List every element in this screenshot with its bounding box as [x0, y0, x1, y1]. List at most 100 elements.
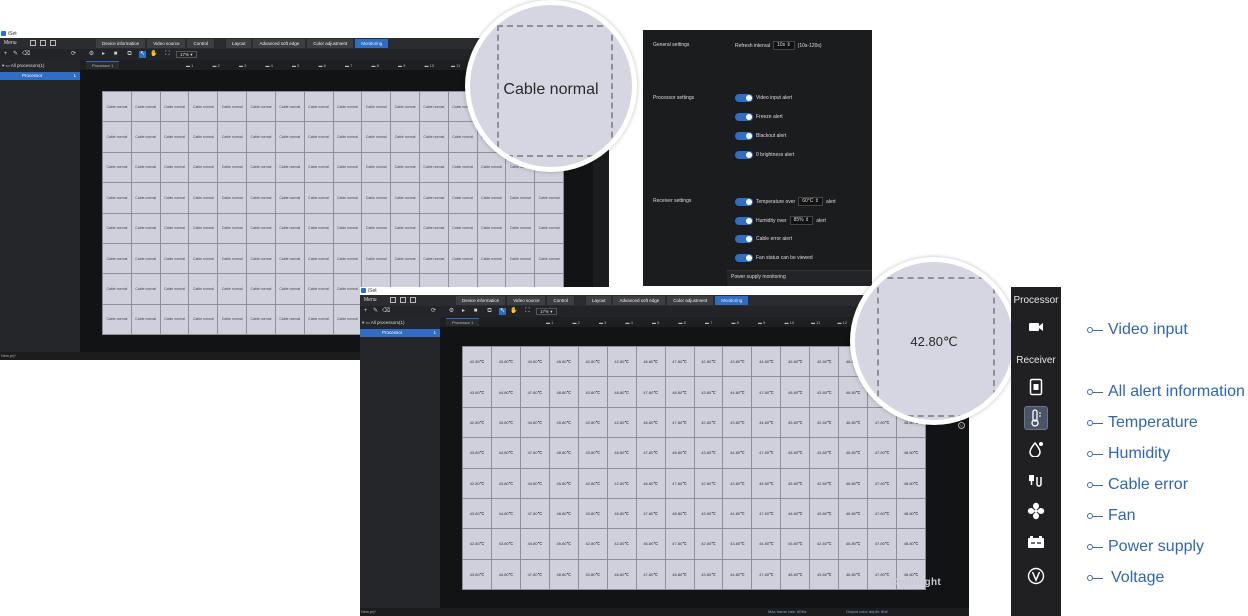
receiver-cell[interactable]: 42.80℃ — [607, 407, 636, 438]
receiver-cell[interactable]: 43.80℃ — [694, 377, 723, 407]
receiver-cell[interactable]: 42.80℃ — [463, 347, 491, 377]
receiver-cell[interactable]: 44.80℃ — [491, 498, 520, 529]
receiver-cell[interactable]: 45.80℃ — [549, 347, 578, 377]
receiver-cell[interactable]: 48.80℃ — [781, 377, 810, 407]
ruler-port-9[interactable]: ▬ 9 — [398, 63, 405, 68]
receiver-cell[interactable]: 46.80℃ — [636, 529, 665, 559]
receiver-cell[interactable]: 43.80℃ — [810, 559, 839, 589]
refresh-icon[interactable]: ⟳ — [70, 51, 77, 58]
tab-control[interactable]: Control — [187, 39, 214, 48]
zoom-select[interactable]: 17% ▾ — [176, 51, 197, 58]
add-icon[interactable]: + — [362, 308, 369, 315]
receiver-cell[interactable]: 47.80℃ — [520, 498, 549, 529]
receiver-cell[interactable]: 44.80℃ — [752, 407, 781, 438]
cable-error-alert-toggle[interactable] — [735, 235, 753, 243]
ruler-port-6[interactable]: ▬ 6 — [679, 320, 686, 325]
receiver-cell[interactable]: Cable normal — [333, 152, 362, 183]
receiver-cell[interactable]: Cable normal — [218, 92, 247, 122]
receiver-cell[interactable]: Cable normal — [304, 213, 333, 243]
receiver-cell[interactable]: 47.80℃ — [752, 498, 781, 529]
edit-icon[interactable]: ✎ — [12, 51, 19, 58]
receiver-cell[interactable]: 48.80℃ — [897, 529, 925, 559]
receiver-cell[interactable]: Cable normal — [448, 183, 477, 213]
receiver-cell[interactable]: Cable normal — [189, 304, 218, 334]
receiver-cell[interactable]: Cable normal — [333, 274, 362, 304]
settings-gear-icon[interactable]: ⚙ — [448, 308, 455, 315]
receiver-cell[interactable]: 43.80℃ — [810, 377, 839, 407]
receiver-cell[interactable]: 44.80℃ — [752, 468, 781, 498]
receiver-cell[interactable]: Cable normal — [333, 243, 362, 274]
receiver-cell[interactable]: Cable normal — [304, 152, 333, 183]
receiver-cell[interactable]: Cable normal — [362, 243, 391, 274]
receiver-cell[interactable]: Cable normal — [189, 213, 218, 243]
receiver-cell[interactable]: Cable normal — [304, 304, 333, 334]
receiver-cell[interactable]: 45.80℃ — [781, 347, 810, 377]
fan-status-toggle[interactable] — [735, 254, 753, 262]
receiver-cell[interactable]: Cable normal — [103, 274, 131, 304]
receiver-cell[interactable]: Cable normal — [333, 213, 362, 243]
receiver-cell[interactable]: 42.80℃ — [578, 347, 607, 377]
tab-monitoring[interactable]: Monitoring — [355, 39, 389, 48]
hand-pan-icon[interactable]: ✋ — [510, 308, 517, 315]
receiver-cell[interactable]: 44.80℃ — [491, 377, 520, 407]
ruler-port-4[interactable]: ▬ 4 — [626, 320, 633, 325]
receiver-cell[interactable]: 43.80℃ — [491, 347, 520, 377]
receiver-cell[interactable]: 48.80℃ — [897, 468, 925, 498]
receiver-cell[interactable]: 44.80℃ — [723, 377, 752, 407]
receiver-cell[interactable]: 47.80℃ — [752, 438, 781, 468]
receiver-cell[interactable]: Cable normal — [477, 152, 506, 183]
receiver-cell[interactable]: 46.80℃ — [839, 529, 868, 559]
receiver-cell[interactable]: 46.80℃ — [607, 438, 636, 468]
tab-color-adjustment[interactable]: Color adjustment — [307, 39, 354, 48]
receiver-cell[interactable]: Cable normal — [275, 274, 304, 304]
receiver-cell[interactable]: Cable normal — [477, 243, 506, 274]
receiver-cell[interactable]: Cable normal — [391, 152, 419, 183]
select-pointer-icon[interactable]: ↖ — [139, 51, 146, 58]
receiver-cell[interactable]: 42.80℃ — [578, 407, 607, 438]
receiver-cell[interactable]: 46.80℃ — [839, 407, 868, 438]
receiver-cell[interactable]: Cable normal — [103, 183, 131, 213]
receiver-cell[interactable]: 48.80℃ — [781, 498, 810, 529]
receiver-cell[interactable]: Cable normal — [189, 183, 218, 213]
receiver-cell[interactable]: Cable normal — [275, 183, 304, 213]
receiver-cell[interactable]: Cable normal — [448, 152, 477, 183]
receiver-cell[interactable]: Cable normal — [131, 243, 160, 274]
humidity-threshold-stepper[interactable]: 85% ⇕ — [789, 216, 814, 225]
receiver-cell[interactable]: Cable normal — [131, 304, 160, 334]
receiver-cell[interactable]: 45.80℃ — [781, 407, 810, 438]
select-pointer-icon[interactable]: ↖ — [499, 308, 506, 315]
receiver-cell[interactable]: Cable normal — [218, 213, 247, 243]
copy-icon[interactable]: ⧉ — [486, 308, 493, 315]
receiver-cell[interactable]: 42.80℃ — [810, 529, 839, 559]
receiver-cell[interactable]: Cable normal — [477, 213, 506, 243]
ruler-port-1[interactable]: ▬ 1 — [546, 320, 553, 325]
add-icon[interactable]: + — [2, 51, 9, 58]
receiver-cell[interactable]: 47.80℃ — [520, 559, 549, 589]
blackout-alert-toggle[interactable] — [735, 132, 753, 140]
ruler-port-2[interactable]: ▬ 2 — [213, 63, 220, 68]
receiver-cell[interactable]: 43.80℃ — [723, 468, 752, 498]
thermometer-icon[interactable] — [1024, 406, 1048, 430]
receiver-cell[interactable]: Cable normal — [391, 243, 419, 274]
menu-button[interactable]: Menu — [364, 296, 377, 305]
receiver-cell[interactable]: Cable normal — [103, 122, 131, 152]
receiver-cell[interactable]: Cable normal — [275, 122, 304, 152]
receiver-cell[interactable]: 47.80℃ — [665, 347, 694, 377]
receiver-cell[interactable]: 43.80℃ — [491, 407, 520, 438]
receiver-cell[interactable]: Cable normal — [535, 183, 563, 213]
receiver-cell[interactable]: Cable normal — [304, 243, 333, 274]
receiver-cell[interactable]: Cable normal — [103, 92, 131, 122]
receiver-cell[interactable]: Cable normal — [419, 152, 448, 183]
stop-icon[interactable]: ■ — [112, 51, 119, 58]
receiver-cell[interactable]: Cable normal — [419, 183, 448, 213]
receiver-cell[interactable]: 43.80℃ — [723, 347, 752, 377]
receiver-cell[interactable]: 43.80℃ — [694, 498, 723, 529]
receiver-cell[interactable]: Cable normal — [160, 152, 189, 183]
power-supply-icon[interactable] — [1024, 530, 1048, 554]
receiver-cell[interactable]: 47.80℃ — [868, 529, 897, 559]
receiver-cell[interactable]: 46.80℃ — [636, 347, 665, 377]
receiver-cell[interactable]: Cable normal — [275, 304, 304, 334]
receiver-cell[interactable]: Cable normal — [160, 183, 189, 213]
receiver-cell[interactable]: 48.80℃ — [665, 377, 694, 407]
receiver-cell[interactable]: 44.80℃ — [520, 529, 549, 559]
